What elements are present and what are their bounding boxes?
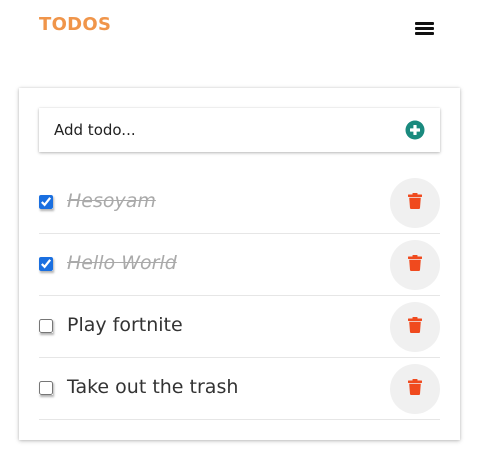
todo-checkbox[interactable]	[39, 195, 53, 209]
add-todo-button[interactable]	[405, 120, 425, 140]
trash-icon	[408, 379, 422, 395]
todo-item: Take out the trash	[39, 358, 440, 420]
todo-checkbox[interactable]	[39, 381, 53, 395]
todo-list: Hesoyam Hello World Play fortnite Take o…	[39, 172, 440, 420]
add-todo-form	[39, 108, 440, 152]
todo-item: Hesoyam	[39, 172, 440, 234]
delete-todo-button[interactable]	[390, 364, 440, 414]
todo-item: Hello World	[39, 234, 440, 296]
todo-text: Take out the trash	[67, 376, 239, 398]
todo-checkbox[interactable]	[39, 319, 53, 333]
todo-app: TODOS Hesoyam	[0, 0, 477, 459]
todo-checkbox[interactable]	[39, 257, 53, 271]
app-brand: TODOS	[39, 14, 112, 35]
delete-todo-button[interactable]	[390, 302, 440, 352]
todo-text: Hello World	[67, 252, 177, 274]
delete-todo-button[interactable]	[390, 240, 440, 290]
hamburger-menu-icon[interactable]	[413, 19, 437, 39]
add-todo-input[interactable]	[39, 108, 379, 152]
todo-item: Play fortnite	[39, 296, 440, 358]
trash-icon	[408, 255, 422, 271]
todo-card: Hesoyam Hello World	[19, 88, 460, 440]
trash-icon	[408, 317, 422, 333]
todo-text: Play fortnite	[67, 314, 183, 336]
delete-todo-button[interactable]	[390, 178, 440, 228]
trash-icon	[408, 193, 422, 209]
todo-text: Hesoyam	[67, 190, 156, 212]
plus-circle-icon	[405, 120, 425, 140]
